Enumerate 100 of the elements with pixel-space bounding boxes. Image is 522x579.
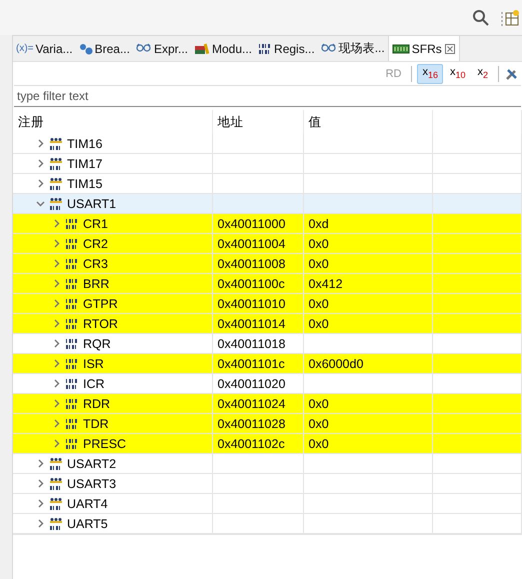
- search-icon[interactable]: [472, 8, 490, 26]
- binary-icon: [65, 296, 79, 310]
- register-row[interactable]: GTPR 0x40011010 0x0: [13, 294, 522, 314]
- register-name: CR3: [83, 256, 108, 270]
- register-row[interactable]: CR2 0x40011004 0x0: [13, 234, 522, 254]
- chip-icon: [392, 44, 410, 54]
- address-cell: 0x4001101c: [218, 356, 285, 370]
- register-name: ISR: [83, 356, 104, 370]
- register-group-icon: [49, 516, 63, 530]
- address-cell: 0x40011020: [218, 376, 286, 390]
- value-cell: 0x6000d0: [308, 356, 364, 370]
- value-cell: 0xd: [308, 216, 329, 230]
- radix-button[interactable]: x$_{10}$: [444, 64, 470, 84]
- tree-row[interactable]: TIM17: [13, 154, 522, 174]
- view-tab[interactable]: Regis...: [255, 36, 318, 61]
- register-name: CR2: [83, 236, 108, 250]
- layout-icon[interactable]: [500, 8, 520, 26]
- close-icon[interactable]: [444, 42, 456, 54]
- register-name: ICR: [83, 376, 105, 390]
- radix-button[interactable]: x$_{16}$: [417, 64, 443, 84]
- register-row[interactable]: TDR 0x40011028 0x0: [13, 414, 522, 434]
- address-cell: 0x40011004: [218, 236, 286, 250]
- group-name: USART1: [67, 196, 116, 210]
- register-group-icon: [49, 456, 63, 470]
- binary-icon: [65, 236, 79, 250]
- register-row[interactable]: RTOR 0x40011014 0x0: [13, 314, 522, 334]
- register-row[interactable]: RDR 0x40011024 0x0: [13, 394, 522, 414]
- register-row[interactable]: CR1 0x40011000 0xd: [13, 214, 522, 234]
- register-name: RDR: [83, 396, 110, 410]
- binary-icon: [258, 42, 272, 56]
- tree-row[interactable]: UART4: [13, 494, 522, 514]
- binary-icon: [65, 436, 79, 450]
- group-name: UART5: [67, 516, 108, 530]
- binary-icon: [65, 376, 79, 390]
- address-cell: 0x40011014: [218, 316, 286, 330]
- view-tab[interactable]: (x)= Varia...: [13, 36, 76, 61]
- view-tab[interactable]: Modu...: [191, 36, 256, 61]
- register-name: PRESC: [83, 436, 126, 450]
- register-name: CR1: [83, 216, 108, 230]
- binary-icon: [65, 336, 79, 350]
- value-cell: 0x0: [308, 416, 329, 430]
- register-group-icon: [49, 156, 63, 170]
- register-name: TDR: [83, 416, 109, 430]
- group-name: TIM17: [67, 156, 102, 170]
- register-row[interactable]: CR3 0x40011008 0x0: [13, 254, 522, 274]
- dots-icon: [78, 42, 93, 54]
- group-name: TIM16: [67, 136, 102, 150]
- value-cell: 0x412: [308, 276, 343, 290]
- value-cell: 0x0: [308, 436, 329, 450]
- column-header: 注册: [18, 114, 44, 128]
- radix-button[interactable]: x$_{2}$: [472, 64, 493, 84]
- view-tab[interactable]: Brea...: [76, 36, 133, 61]
- register-name: BRR: [83, 276, 110, 290]
- column-header: 地址: [218, 114, 244, 128]
- register-group-icon: [49, 176, 63, 190]
- value-cell: 0x0: [308, 256, 329, 270]
- tree-row[interactable]: USART2: [13, 454, 522, 474]
- register-name: RTOR: [83, 316, 118, 330]
- value-cell: 0x0: [308, 316, 329, 330]
- register-name: RQR: [83, 336, 111, 350]
- binary-icon: [65, 356, 79, 370]
- view-tab[interactable]: Expr...: [132, 36, 191, 61]
- value-cell: 0x0: [308, 396, 329, 410]
- address-cell: 0x40011018: [218, 336, 286, 350]
- view-tab[interactable]: SFRs: [388, 36, 460, 61]
- tree-row[interactable]: TIM16: [13, 134, 522, 154]
- value-cell: 0x0: [308, 236, 329, 250]
- address-cell: 0x4001102c: [218, 436, 285, 450]
- register-row[interactable]: ISR 0x4001101c 0x6000d0: [13, 354, 522, 374]
- binary-icon: [65, 216, 79, 230]
- address-cell: 0x40011000: [218, 216, 286, 230]
- address-cell: 0x40011010: [218, 296, 286, 310]
- value-cell: 0x0: [308, 296, 329, 310]
- tree-row[interactable]: USART3: [13, 474, 522, 494]
- tree-row[interactable]: USART1: [13, 194, 522, 214]
- glasses-icon: [136, 42, 152, 54]
- binary-icon: [65, 416, 79, 430]
- column-header: 值: [308, 114, 322, 128]
- variables-icon: (x)=: [16, 43, 34, 54]
- group-name: USART3: [67, 476, 116, 490]
- address-cell: 0x40011008: [218, 256, 286, 270]
- tree-row[interactable]: UART5: [13, 514, 522, 534]
- group-name: UART4: [67, 496, 108, 510]
- register-group-icon: [49, 196, 63, 210]
- binary-icon: [65, 316, 79, 330]
- glasses-icon: [320, 42, 337, 54]
- register-group-icon: [49, 476, 63, 490]
- group-name: USART2: [67, 456, 116, 470]
- register-group-icon: [49, 136, 63, 150]
- address-cell: 0x40011028: [218, 416, 286, 430]
- address-cell: 0x40011024: [218, 396, 286, 410]
- address-cell: 0x4001100c: [218, 276, 285, 290]
- register-row[interactable]: BRR 0x4001100c 0x412: [13, 274, 522, 294]
- register-row[interactable]: PRESC 0x4001102c 0x0: [13, 434, 522, 454]
- group-name: TIM15: [67, 176, 102, 190]
- books-icon: [194, 42, 210, 54]
- binary-icon: [65, 256, 79, 270]
- view-tab[interactable]: 现场表...: [318, 36, 388, 61]
- filter-field[interactable]: type filter text: [14, 85, 521, 107]
- register-group-icon: [49, 496, 63, 510]
